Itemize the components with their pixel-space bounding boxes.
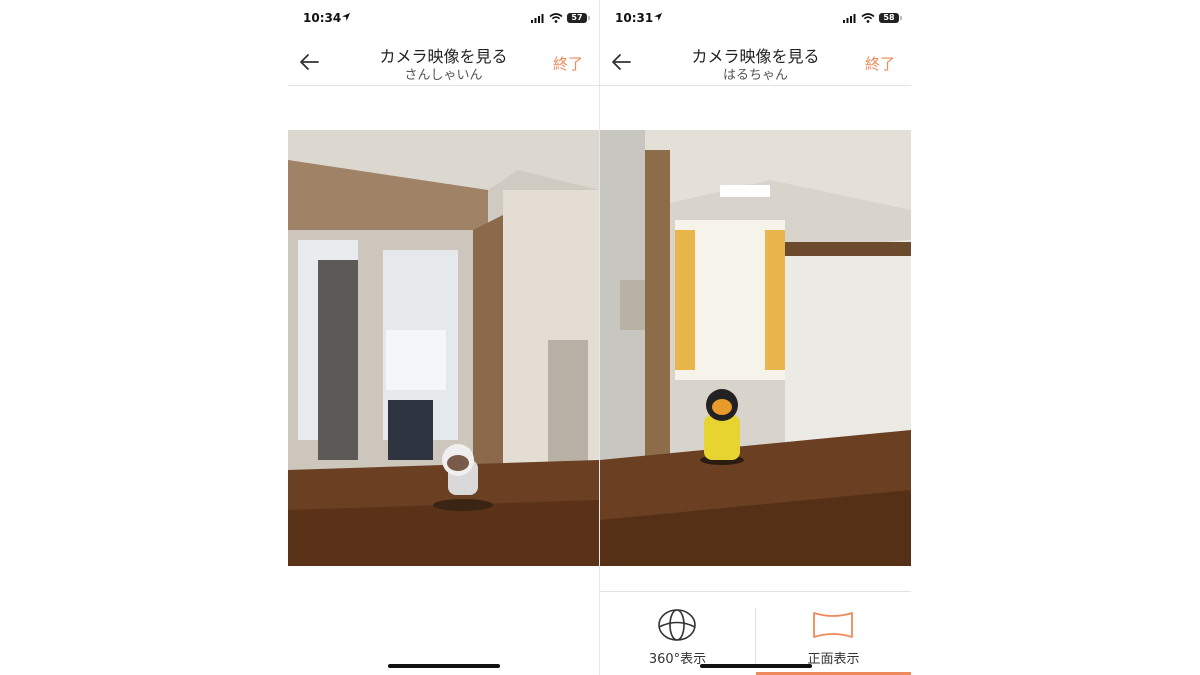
home-indicator [388,664,500,668]
status-time: 10:34 [303,11,342,25]
camera-feed [288,130,599,566]
camera-image [288,130,599,566]
camera-image [600,130,911,566]
globe-icon [658,609,696,641]
end-button[interactable]: 終了 [553,53,583,74]
status-indicators: 57 [531,12,590,24]
wifi-icon [861,13,875,23]
status-bar: 10:34 57 [288,0,599,38]
view-front-button[interactable]: 正面表示 [756,592,911,675]
status-indicators: 58 [843,12,902,24]
phone-screen-right: 10:31 58 カメラ映像を見る はるちゃん 終了 360°表示 正面表示 [600,0,911,675]
nav-bar: カメラ映像を見る はるちゃん 終了 [600,38,911,86]
battery-indicator: 57 [567,13,590,23]
view-360-button[interactable]: 360°表示 [600,592,755,675]
status-time: 10:31 [615,11,654,25]
status-bar: 10:31 58 [600,0,911,38]
wifi-icon [549,13,563,23]
view-mode-toggle: 360°表示 正面表示 [600,591,911,675]
location-arrow-icon [342,13,350,21]
phone-screen-left: 10:34 57 カメラ映像を見る さんしゃいん 終了 [288,0,599,675]
signal-icon [843,14,856,23]
home-indicator [700,664,812,668]
end-button[interactable]: 終了 [865,53,895,74]
signal-icon [531,14,544,23]
panorama-icon [813,612,853,638]
battery-indicator: 58 [879,13,902,23]
location-arrow-icon [654,13,662,21]
camera-feed [600,130,911,566]
nav-bar: カメラ映像を見る さんしゃいん 終了 [288,38,599,86]
